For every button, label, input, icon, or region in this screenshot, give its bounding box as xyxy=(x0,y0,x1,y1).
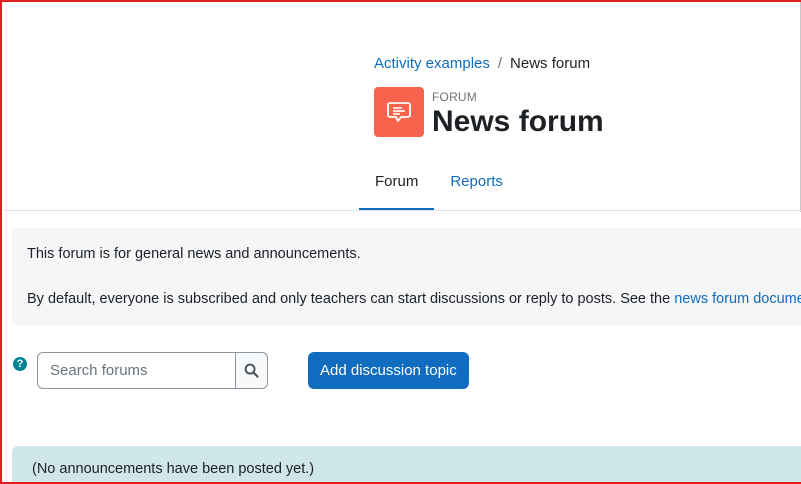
forum-chat-icon xyxy=(374,87,424,137)
no-announcements-notice: (No announcements have been posted yet.) xyxy=(12,446,801,482)
news-forum-documentation-link[interactable]: news forum documentation xyxy=(674,291,801,307)
page-title: News forum xyxy=(432,105,604,138)
tab-forum[interactable]: Forum xyxy=(359,162,435,211)
forum-intro: This forum is for general news and annou… xyxy=(12,228,801,326)
question-circle-icon[interactable]: ? xyxy=(13,357,27,371)
secondary-navigation: Forum Reports xyxy=(359,162,519,211)
screenshot-frame: Activity examples / News forum FORUM New… xyxy=(0,0,801,484)
tab-reports[interactable]: Reports xyxy=(434,162,519,211)
tab-divider xyxy=(4,210,801,211)
search-input[interactable] xyxy=(37,352,235,389)
breadcrumb-parent-link[interactable]: Activity examples xyxy=(374,55,490,72)
add-discussion-topic-button[interactable]: Add discussion topic xyxy=(308,352,469,389)
breadcrumb-current: News forum xyxy=(510,55,591,72)
intro-line-1: This forum is for general news and annou… xyxy=(27,246,361,262)
intro-line-2: By default, everyone is subscribed and o… xyxy=(27,291,801,307)
intro-line-2-text: By default, everyone is subscribed and o… xyxy=(27,291,675,307)
activity-type-label: FORUM xyxy=(432,90,477,104)
search-icon xyxy=(244,363,259,378)
breadcrumb-separator: / xyxy=(497,55,503,72)
breadcrumb: Activity examples / News forum xyxy=(374,55,590,72)
search-forums-group xyxy=(37,352,268,389)
search-button[interactable] xyxy=(235,352,268,389)
